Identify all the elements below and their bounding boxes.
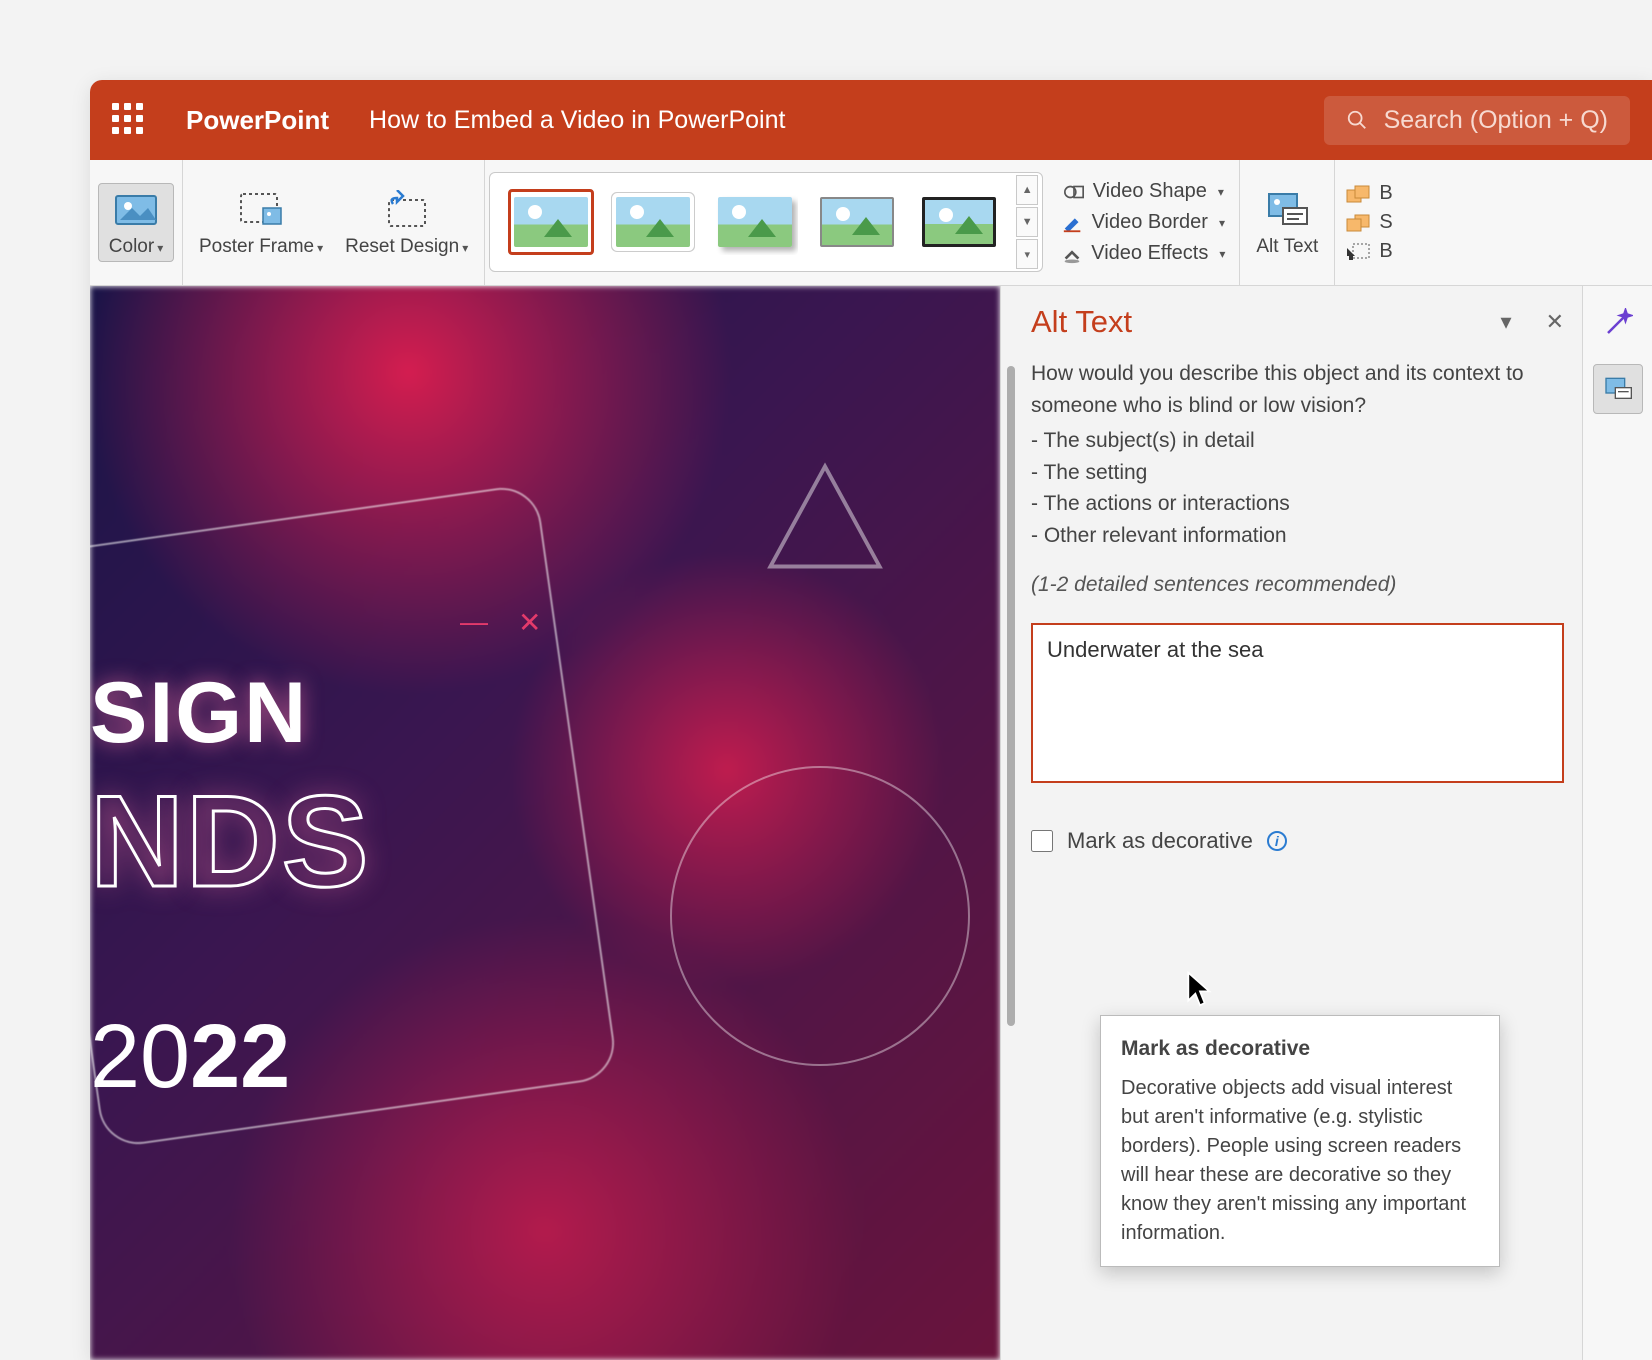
selection-pane-button[interactable]: B <box>1345 240 1392 263</box>
gallery-down-button[interactable]: ▼ <box>1016 207 1038 237</box>
panel-bullet: Other relevant information <box>1031 520 1564 552</box>
slide-canvas[interactable]: —✕ SIGN NDS 2022 <box>90 286 1000 1360</box>
video-border-icon <box>1062 212 1084 234</box>
video-styles-gallery: ▲ ▼ ▾ <box>489 172 1043 272</box>
video-effects-button[interactable]: Video Effects ▾ <box>1057 240 1229 267</box>
slide-title-line2: NDS <box>90 766 370 916</box>
selection-pane-label: B <box>1379 240 1392 263</box>
poster-frame-label: Poster Frame <box>199 236 314 257</box>
selection-pane-icon <box>1345 242 1373 262</box>
reset-design-button[interactable]: Reset Design▾ <box>337 184 476 262</box>
send-backward-button[interactable]: S <box>1345 211 1392 234</box>
style-thumb-5[interactable] <box>916 189 1002 255</box>
alt-text-input[interactable]: Underwater at the sea <box>1031 623 1564 783</box>
style-thumb-4[interactable] <box>814 189 900 255</box>
chevron-down-icon: ▾ <box>157 241 163 255</box>
chevron-down-icon: ▾ <box>1218 185 1224 199</box>
mouse-cursor-icon <box>1186 970 1214 1008</box>
bring-forward-button[interactable]: B <box>1345 182 1392 205</box>
panel-close-button[interactable]: ✕ <box>1546 309 1564 335</box>
style-thumb-1[interactable] <box>508 189 594 255</box>
designer-button[interactable] <box>1593 298 1643 348</box>
circle-decoration-icon <box>670 766 970 1066</box>
video-effects-label: Video Effects <box>1091 242 1208 265</box>
send-backward-label: S <box>1379 211 1392 234</box>
panel-bullet: The actions or interactions <box>1031 488 1564 520</box>
chevron-down-icon: ▾ <box>317 241 323 255</box>
slide-title-line1: SIGN <box>90 664 308 763</box>
poster-frame-button[interactable]: Poster Frame▾ <box>191 184 331 262</box>
bring-forward-icon <box>1345 184 1373 204</box>
panel-question: How would you describe this object and i… <box>1031 358 1564 421</box>
video-shape-label: Video Shape <box>1093 180 1207 203</box>
alt-text-icon <box>1263 188 1311 232</box>
tooltip-body: Decorative objects add visual interest b… <box>1121 1074 1479 1248</box>
bring-forward-label: B <box>1379 182 1392 205</box>
title-bar: PowerPoint How to Embed a Video in Power… <box>90 80 1652 160</box>
video-border-button[interactable]: Video Border ▾ <box>1058 209 1229 236</box>
triangle-decoration-icon <box>760 456 890 586</box>
style-thumb-2[interactable] <box>610 189 696 255</box>
alt-text-label: Alt Text <box>1256 236 1318 258</box>
ribbon-toolbar: Color▾ Poster Frame▾ Reset Design▾ <box>90 160 1652 286</box>
document-title[interactable]: How to Embed a Video in PowerPoint <box>369 106 785 135</box>
send-backward-icon <box>1345 213 1373 233</box>
poster-frame-icon <box>237 188 285 232</box>
slide-year: 2022 <box>90 1006 290 1109</box>
alt-text-rail-icon <box>1602 375 1634 403</box>
panel-bullet: The subject(s) in detail <box>1031 425 1564 457</box>
alt-text-rail-button[interactable] <box>1593 364 1643 414</box>
gallery-more-button[interactable]: ▾ <box>1016 239 1038 269</box>
color-button[interactable]: Color▾ <box>98 183 174 263</box>
reset-design-icon <box>383 188 431 232</box>
alt-text-button[interactable]: Alt Text <box>1248 184 1326 262</box>
decorative-tooltip: Mark as decorative Decorative objects ad… <box>1100 1015 1500 1267</box>
mark-decorative-checkbox[interactable] <box>1031 830 1053 852</box>
magic-wand-icon <box>1603 308 1633 338</box>
style-thumb-3[interactable] <box>712 189 798 255</box>
chevron-down-icon: ▾ <box>1219 216 1225 230</box>
gallery-up-button[interactable]: ▲ <box>1016 175 1038 205</box>
search-icon <box>1346 109 1368 131</box>
video-border-label: Video Border <box>1092 211 1208 234</box>
color-label: Color <box>109 236 154 257</box>
panel-scrollbar[interactable] <box>1007 366 1015 1026</box>
color-icon <box>112 188 160 232</box>
video-shape-button[interactable]: Video Shape ▾ <box>1059 178 1228 205</box>
panel-hint: (1-2 detailed sentences recommended) <box>1031 573 1564 597</box>
panel-bullet: The setting <box>1031 457 1564 489</box>
app-launcher-icon[interactable] <box>112 103 146 137</box>
panel-bullet-list: The subject(s) in detail The setting The… <box>1031 425 1564 551</box>
reset-design-label: Reset Design <box>345 236 459 257</box>
chevron-down-icon: ▾ <box>1219 247 1225 261</box>
info-icon[interactable]: i <box>1267 831 1287 851</box>
panel-options-button[interactable]: ▾ <box>1501 309 1512 335</box>
search-placeholder-text: Search (Option + Q) <box>1384 106 1608 135</box>
chevron-down-icon: ▾ <box>462 241 468 255</box>
video-effects-icon <box>1061 243 1083 265</box>
right-side-rail <box>1582 286 1652 1360</box>
panel-title: Alt Text <box>1031 304 1132 340</box>
app-name: PowerPoint <box>186 105 329 136</box>
mark-decorative-label: Mark as decorative <box>1067 828 1253 854</box>
video-shape-icon <box>1063 181 1085 203</box>
search-box[interactable]: Search (Option + Q) <box>1324 96 1630 145</box>
window-controls-decoration: —✕ <box>460 606 541 639</box>
panel-description: How would you describe this object and i… <box>1031 358 1564 551</box>
tooltip-title: Mark as decorative <box>1121 1034 1479 1064</box>
